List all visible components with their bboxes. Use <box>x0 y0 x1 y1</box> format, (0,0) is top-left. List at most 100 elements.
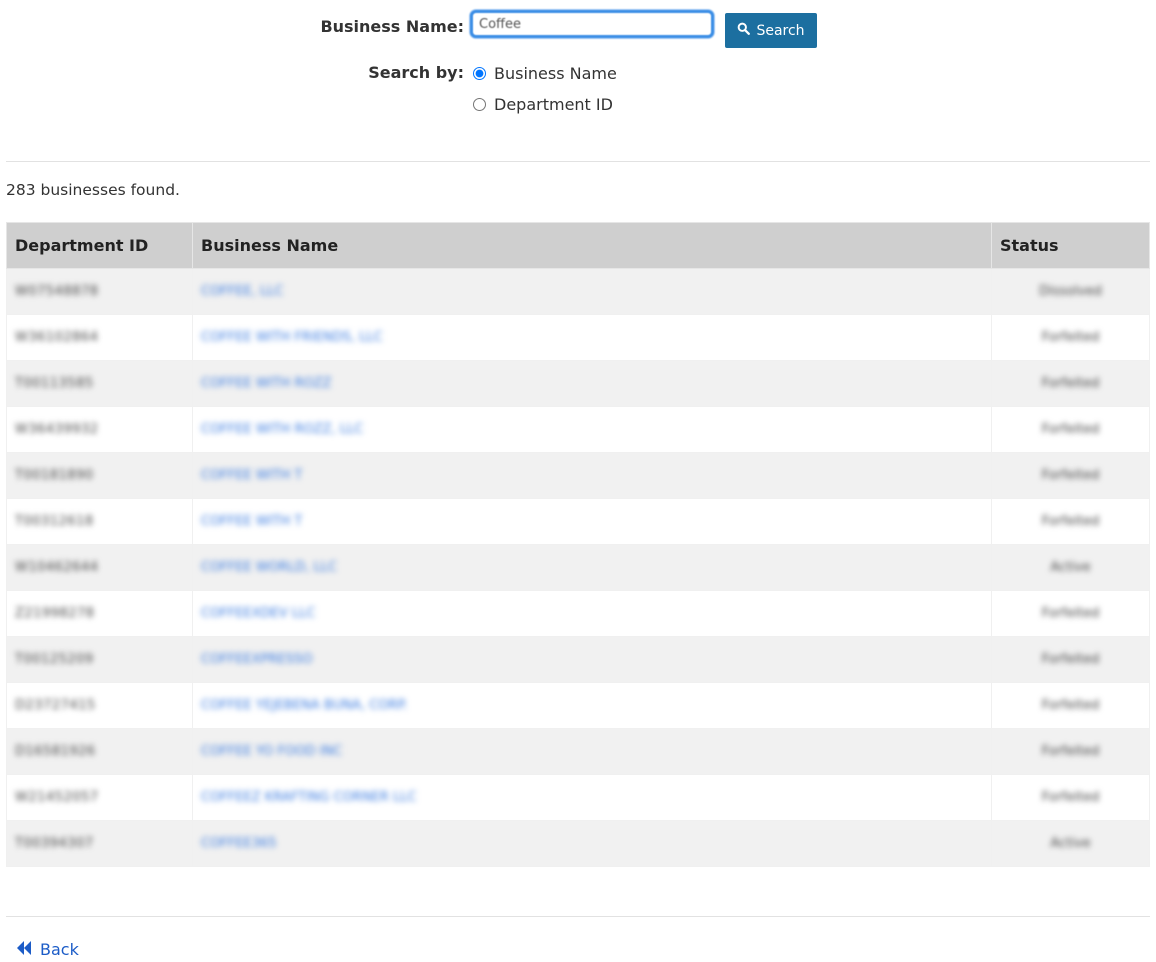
back-label: Back <box>40 940 79 959</box>
search-form: Business Name: Search Search by: Busines… <box>0 0 1156 150</box>
table-row: T00312618 COFFEE WITH T Forfeited <box>6 498 1150 545</box>
cell-department-id: W07548878 <box>6 268 193 315</box>
business-name-link[interactable]: COFFEE YEJEBENA BUNA, CORP. <box>201 698 408 713</box>
table-row: W21452057 COFFEEZ KRAFTING CORNER LLC Forf… <box>6 774 1150 821</box>
search-icon <box>737 22 751 39</box>
radio-business-name-label: Business Name <box>494 64 617 83</box>
cell-business-name: COFFEE WITH ROZZ, LLC <box>192 406 992 453</box>
cell-business-name: COFFEEXPRESSO <box>192 636 992 683</box>
cell-business-name: COFFEEZ KRAFTING CORNER LLC <box>192 774 992 821</box>
cell-business-name: COFFEE YO FOOD INC <box>192 728 992 775</box>
cell-business-name: COFFEE WITH ROZZ <box>192 360 992 407</box>
cell-department-id: W21452057 <box>6 774 193 821</box>
radio-business-name-input[interactable] <box>473 67 486 80</box>
cell-department-id: T00394307 <box>6 820 193 867</box>
business-name-link[interactable]: COFFEEXDEV LLC <box>201 606 315 621</box>
table-row: D23727415 COFFEE YEJEBENA BUNA, CORP. Forf… <box>6 682 1150 729</box>
cell-department-id: D16581926 <box>6 728 193 775</box>
business-name-link[interactable]: COFFEEXPRESSO <box>201 652 312 667</box>
cell-department-id: T00312618 <box>6 498 193 545</box>
header-status[interactable]: Status <box>991 222 1150 269</box>
cell-status: Forfeited <box>991 590 1150 637</box>
table-row: T00181890 COFFEE WITH T Forfeited <box>6 452 1150 499</box>
table-header-row: Department ID Business Name Status <box>6 222 1150 269</box>
divider-bottom <box>6 916 1150 917</box>
department-id-value: T00113585 <box>15 376 94 391</box>
status-value: Forfeited <box>1041 376 1100 391</box>
department-id-value: D23727415 <box>15 698 96 713</box>
business-name-link[interactable]: COFFEE, LLC <box>201 284 284 299</box>
cell-business-name: COFFEE365 <box>192 820 992 867</box>
department-id-value: W36439932 <box>15 422 99 437</box>
department-id-value: T00394307 <box>15 836 94 851</box>
divider-top <box>6 161 1150 162</box>
status-value: Forfeited <box>1041 606 1100 621</box>
radio-business-name[interactable]: Business Name <box>470 64 617 83</box>
department-id-value: W10462644 <box>15 560 99 575</box>
table-row: W07548878 COFFEE, LLC Dissolved <box>6 268 1150 315</box>
radio-department-id-input[interactable] <box>473 98 486 111</box>
department-id-value: T00181890 <box>15 468 94 483</box>
business-name-link[interactable]: COFFEE WITH ROZZ <box>201 376 331 391</box>
table-row: T00125209 COFFEEXPRESSO Forfeited <box>6 636 1150 683</box>
business-name-link[interactable]: COFFEE WORLD, LLC <box>201 560 337 575</box>
cell-department-id: Z21998278 <box>6 590 193 637</box>
cell-business-name: COFFEE WITH T <box>192 452 992 499</box>
cell-status: Forfeited <box>991 728 1150 775</box>
status-value: Dissolved <box>1039 284 1102 299</box>
cell-status: Forfeited <box>991 406 1150 453</box>
cell-business-name: COFFEE WORLD, LLC <box>192 544 992 591</box>
status-value: Forfeited <box>1041 330 1100 345</box>
business-name-link[interactable]: COFFEE WITH ROZZ, LLC <box>201 422 363 437</box>
status-value: Forfeited <box>1041 468 1100 483</box>
business-name-link[interactable]: COFFEE WITH T <box>201 514 302 529</box>
cell-status: Forfeited <box>991 360 1150 407</box>
cell-status: Forfeited <box>991 314 1150 361</box>
status-value: Active <box>1050 836 1091 851</box>
search-by-label: Search by: <box>368 63 464 82</box>
business-name-link[interactable]: COFFEE WITH FRIENDS, LLC <box>201 330 383 345</box>
table-row: D16581926 COFFEE YO FOOD INC Forfeited <box>6 728 1150 775</box>
cell-status: Forfeited <box>991 452 1150 499</box>
radio-department-id-label: Department ID <box>494 95 613 114</box>
status-value: Forfeited <box>1041 790 1100 805</box>
status-value: Forfeited <box>1041 652 1100 667</box>
cell-business-name: COFFEE, LLC <box>192 268 992 315</box>
back-icon <box>16 940 32 959</box>
cell-department-id: W36439932 <box>6 406 193 453</box>
table-row: T00394307 COFFEE365 Active <box>6 820 1150 867</box>
table-row: T00113585 COFFEE WITH ROZZ Forfeited <box>6 360 1150 407</box>
search-button-label: Search <box>756 22 805 39</box>
cell-department-id: D23727415 <box>6 682 193 729</box>
search-button[interactable]: Search <box>725 13 817 48</box>
header-department-id[interactable]: Department ID <box>6 222 193 269</box>
business-name-link[interactable]: COFFEE WITH T <box>201 468 302 483</box>
back-link[interactable]: Back <box>16 940 79 959</box>
cell-business-name: COFFEE YEJEBENA BUNA, CORP. <box>192 682 992 729</box>
department-id-value: T00312618 <box>15 514 94 529</box>
status-value: Active <box>1050 560 1091 575</box>
cell-status: Forfeited <box>991 636 1150 683</box>
department-id-value: W21452057 <box>15 790 99 805</box>
table-row: Z21998278 COFFEEXDEV LLC Forfeited <box>6 590 1150 637</box>
cell-department-id: W10462644 <box>6 544 193 591</box>
department-id-value: W36102864 <box>15 330 99 345</box>
results-count: 283 businesses found. <box>6 181 180 199</box>
business-name-input[interactable] <box>470 10 714 38</box>
table-row: W10462644 COFFEE WORLD, LLC Active <box>6 544 1150 591</box>
header-business-name[interactable]: Business Name <box>192 222 992 269</box>
radio-department-id[interactable]: Department ID <box>470 95 613 114</box>
cell-status: Active <box>991 544 1150 591</box>
business-name-label: Business Name: <box>320 17 464 36</box>
department-id-value: W07548878 <box>15 284 99 299</box>
cell-business-name: COFFEEXDEV LLC <box>192 590 992 637</box>
business-name-link[interactable]: COFFEE YO FOOD INC <box>201 744 342 759</box>
department-id-value: T00125209 <box>15 652 94 667</box>
cell-department-id: W36102864 <box>6 314 193 361</box>
department-id-value: Z21998278 <box>15 606 95 621</box>
cell-business-name: COFFEE WITH FRIENDS, LLC <box>192 314 992 361</box>
business-name-link[interactable]: COFFEEZ KRAFTING CORNER LLC <box>201 790 417 805</box>
cell-business-name: COFFEE WITH T <box>192 498 992 545</box>
status-value: Forfeited <box>1041 698 1100 713</box>
business-name-link[interactable]: COFFEE365 <box>201 836 277 851</box>
